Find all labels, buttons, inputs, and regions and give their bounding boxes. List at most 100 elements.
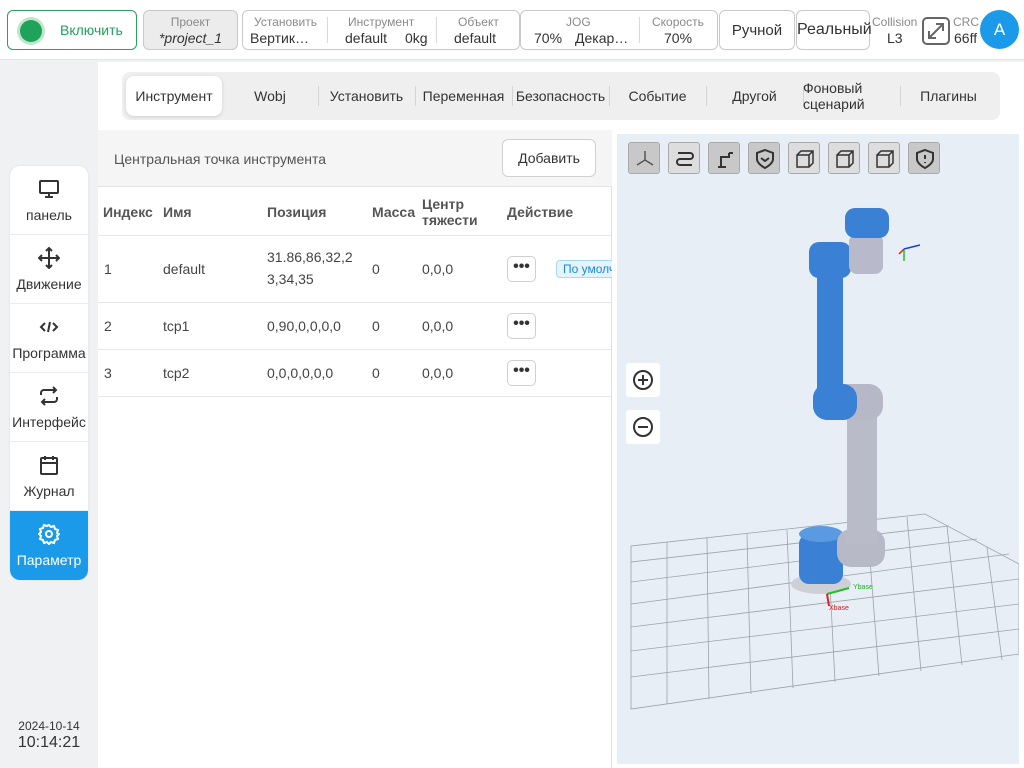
axis-x-label: Xbase bbox=[829, 605, 849, 612]
manual-button[interactable]: Ручной bbox=[719, 10, 795, 50]
column-header: Действие bbox=[507, 204, 574, 220]
sidebar-item-panel[interactable]: панель bbox=[10, 166, 88, 235]
cell-index: 2 bbox=[104, 318, 112, 334]
table-header: Индекс Имя Позиция Масса Центр тяжести Д… bbox=[98, 187, 612, 236]
repeat-icon bbox=[40, 386, 58, 406]
gear-icon bbox=[38, 523, 60, 545]
cell-mass: 0 bbox=[372, 365, 380, 381]
monitor-icon bbox=[39, 180, 59, 198]
more-button[interactable]: ••• bbox=[507, 313, 536, 339]
more-button[interactable]: ••• bbox=[507, 360, 536, 386]
sidebar-label: Программа bbox=[12, 345, 86, 361]
object-label: Объект bbox=[458, 15, 499, 29]
cell-position: 0,0,0,0,0,0 bbox=[267, 365, 334, 381]
divider bbox=[639, 17, 640, 43]
default-badge: По умолчанию bbox=[556, 260, 612, 278]
real-button[interactable]: Реальный bbox=[796, 10, 872, 50]
badge-clip: По умолчанию bbox=[556, 260, 612, 282]
cell-name: tcp2 bbox=[163, 365, 190, 381]
table-row[interactable]: 1 default 31.86,86,32,23,34,35 0 0,0,0 •… bbox=[98, 236, 612, 303]
speed-value: 70% bbox=[664, 30, 693, 46]
table-row[interactable]: 2 tcp1 0,90,0,0,0,0 0 0,0,0 ••• bbox=[98, 303, 612, 350]
cell-cog: 0,0,0 bbox=[422, 261, 454, 277]
crc-label: CRC bbox=[953, 15, 979, 29]
robot-scene: Ybase Xbase bbox=[630, 208, 1019, 710]
column-header: Масса bbox=[372, 204, 416, 220]
jog-box[interactable]: JOG 70% Декар… Скорость 70% bbox=[520, 10, 718, 50]
top-bar: Включить Проект *project_1 Установить Ве… bbox=[0, 0, 1024, 60]
column-header: Центр тяжести bbox=[422, 196, 478, 228]
column-header: Индекс bbox=[103, 204, 153, 220]
tab-other[interactable]: Другой bbox=[706, 76, 803, 116]
manual-label: Ручной bbox=[731, 22, 783, 39]
tcp-axes bbox=[898, 244, 921, 261]
more-button[interactable]: ••• bbox=[507, 256, 536, 282]
collision-value: L3 bbox=[887, 30, 903, 46]
divider bbox=[327, 17, 328, 43]
crc-value: 66ff bbox=[954, 30, 978, 46]
jog-coord: Декар… bbox=[575, 30, 629, 46]
setup-value: Вертик… bbox=[250, 30, 309, 46]
sidebar: панель Движение Программа Интерфейс Журн… bbox=[10, 166, 88, 580]
fullscreen-icon[interactable] bbox=[921, 16, 951, 46]
tab-bar: Инструмент Wobj Установить Переменная Бе… bbox=[122, 72, 1000, 120]
tool-value: default bbox=[345, 30, 388, 46]
axis-y-label: Ybase bbox=[853, 584, 873, 591]
real-label: Реальный bbox=[797, 21, 872, 38]
add-button[interactable]: Добавить bbox=[502, 139, 596, 177]
tab-wobj[interactable]: Wobj bbox=[222, 76, 318, 116]
cell-mass: 0 bbox=[372, 261, 380, 277]
tool-label: Инструмент bbox=[348, 15, 415, 29]
3d-viewer[interactable]: Ybase Xbase bbox=[617, 134, 1019, 764]
robot-arm bbox=[791, 208, 889, 594]
jog-value: 70% bbox=[534, 30, 563, 46]
main-panel: Инструмент Wobj Установить Переменная Бе… bbox=[98, 62, 1024, 768]
speed-label: Скорость bbox=[652, 15, 704, 29]
tab-event[interactable]: Событие bbox=[609, 76, 706, 116]
time-text: 10:14:21 bbox=[17, 734, 81, 751]
tab-variable[interactable]: Переменная bbox=[415, 76, 512, 116]
sidebar-label: Журнал bbox=[23, 483, 75, 499]
cell-cog: 0,0,0 bbox=[422, 318, 454, 334]
project-value: *project_1 bbox=[158, 30, 223, 46]
cell-cog: 0,0,0 bbox=[422, 365, 454, 381]
cell-mass: 0 bbox=[372, 318, 380, 334]
sidebar-item-parameter[interactable]: Параметр bbox=[10, 511, 88, 580]
tab-setup[interactable]: Установить bbox=[318, 76, 415, 116]
enable-button[interactable]: Включить bbox=[7, 10, 137, 50]
avatar[interactable]: A bbox=[980, 10, 1019, 49]
sidebar-item-program[interactable]: Программа bbox=[10, 304, 88, 373]
cell-name: default bbox=[163, 261, 206, 277]
cell-position: 0,90,0,0,0,0 bbox=[267, 318, 341, 334]
tab-tool[interactable]: Инструмент bbox=[126, 76, 222, 116]
table-row[interactable]: 3 tcp2 0,0,0,0,0,0 0 0,0,0 ••• bbox=[98, 350, 612, 397]
tab-background-script[interactable]: Фоновый сценарий bbox=[803, 76, 900, 116]
project-label: Проект bbox=[170, 15, 211, 29]
sidebar-label: Параметр bbox=[16, 552, 82, 568]
tcp-title: Центральная точка инструмента bbox=[114, 151, 327, 167]
enable-label: Включить bbox=[60, 22, 123, 38]
collision-label: Collision bbox=[872, 15, 918, 29]
tab-plugins[interactable]: Плагины bbox=[900, 76, 997, 116]
setup-label: Установить bbox=[254, 15, 317, 29]
tcp-panel: Центральная точка инструмента Добавить И… bbox=[98, 130, 612, 768]
project-box[interactable]: Проект *project_1 bbox=[143, 10, 238, 50]
sidebar-item-interface[interactable]: Интерфейс bbox=[10, 373, 88, 442]
tool-mass: 0kg bbox=[405, 30, 428, 46]
cell-position: 31.86,86,32,23,34,35 bbox=[267, 249, 353, 287]
move-icon bbox=[38, 247, 60, 269]
cell-index: 1 bbox=[104, 261, 112, 277]
sidebar-label: Движение bbox=[16, 276, 82, 292]
divider bbox=[436, 17, 437, 43]
sidebar-label: панель bbox=[26, 207, 72, 223]
sidebar-label: Интерфейс bbox=[12, 414, 86, 430]
column-header: Имя bbox=[163, 204, 192, 220]
status-indicator bbox=[20, 20, 42, 42]
cell-name: tcp1 bbox=[163, 318, 190, 334]
tcp-header: Центральная точка инструмента Добавить bbox=[98, 130, 612, 187]
tab-safety[interactable]: Безопасность bbox=[512, 76, 609, 116]
sidebar-item-log[interactable]: Журнал bbox=[10, 442, 88, 511]
sidebar-item-motion[interactable]: Движение bbox=[10, 235, 88, 304]
column-header: Позиция bbox=[267, 204, 327, 220]
config-box[interactable]: Установить Вертик… Инструмент default 0k… bbox=[242, 10, 520, 50]
